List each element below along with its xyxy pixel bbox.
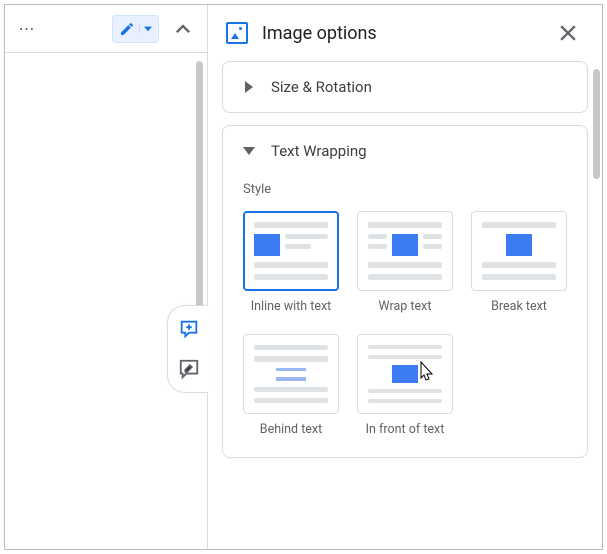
chevron-down-icon <box>241 143 257 159</box>
option-label: Wrap text <box>357 299 453 314</box>
panel-header: Image options <box>208 5 602 61</box>
editing-mode-button[interactable] <box>112 15 159 43</box>
wrap-option-break[interactable]: Break text <box>471 211 567 314</box>
section-text-wrapping-header[interactable]: Text Wrapping <box>223 126 587 176</box>
section-text-wrapping: Text Wrapping Style <box>222 125 588 458</box>
scrollbar[interactable] <box>196 61 203 321</box>
option-label: Inline with text <box>243 299 339 314</box>
chevron-right-icon <box>241 79 257 95</box>
image-icon <box>226 22 248 44</box>
document-area: ⋯ <box>5 5 208 549</box>
option-label: Break text <box>471 299 567 314</box>
wrap-option-front[interactable]: In front of text <box>357 334 453 437</box>
option-label: Behind text <box>243 422 339 437</box>
toolbar: ⋯ <box>5 5 207 53</box>
side-tools <box>167 305 208 393</box>
section-size-rotation[interactable]: Size & Rotation <box>222 61 588 113</box>
wrapping-options: Inline with text <box>243 211 567 437</box>
panel-scrollbar[interactable] <box>593 69 600 179</box>
wrap-option-wrap[interactable]: Wrap text <box>357 211 453 314</box>
suggest-edits-button[interactable] <box>176 356 202 382</box>
collapse-panel-button[interactable] <box>169 15 197 43</box>
wrap-option-behind[interactable]: Behind text <box>243 334 339 437</box>
wrap-option-inline[interactable]: Inline with text <box>243 211 339 314</box>
section-title: Size & Rotation <box>271 78 372 96</box>
panel-title: Image options <box>262 23 540 44</box>
section-title: Text Wrapping <box>271 142 367 160</box>
image-options-panel: Image options Size & Rotation <box>208 5 602 549</box>
add-comment-button[interactable] <box>176 316 202 342</box>
more-icon[interactable]: ⋯ <box>15 17 39 41</box>
option-label: In front of text <box>357 422 453 437</box>
caret-down-icon <box>139 25 152 33</box>
close-button[interactable] <box>554 19 582 47</box>
pencil-icon <box>119 21 135 37</box>
style-label: Style <box>243 182 567 197</box>
